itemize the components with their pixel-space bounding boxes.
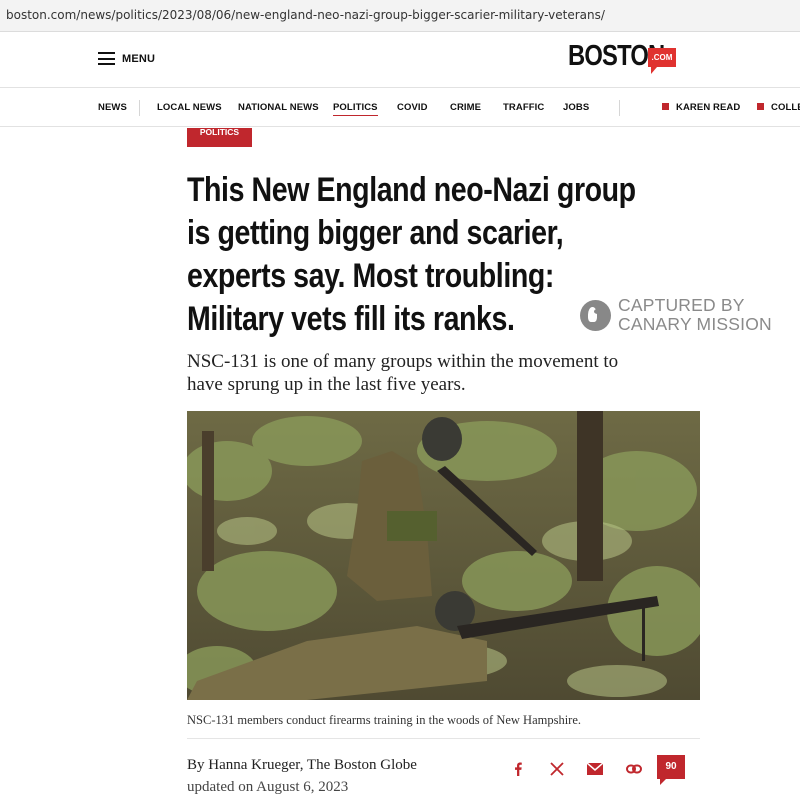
url-text: boston.com/news/politics/2023/08/06/new-…	[6, 8, 605, 22]
copy-link-button[interactable]	[626, 761, 642, 777]
address-bar[interactable]: boston.com/news/politics/2023/08/06/new-…	[0, 0, 800, 32]
boston-logo[interactable]: BOSTON .COM	[568, 40, 676, 74]
forest-training-photo	[187, 411, 700, 700]
site-header: MENU BOSTON .COM	[0, 33, 800, 88]
link-icon	[626, 764, 642, 774]
hamburger-icon	[98, 52, 115, 65]
nav-item-news[interactable]: NEWS	[98, 102, 127, 113]
watermark-text: CAPTURED BY CANARY MISSION	[618, 296, 772, 334]
email-icon	[587, 763, 603, 775]
article-dek: NSC-131 is one of many groups within the…	[187, 350, 687, 396]
nav-featured-karen-read[interactable]: KAREN READ	[662, 102, 740, 113]
dek-line: NSC-131 is one of many groups within the…	[187, 351, 619, 372]
caption-divider	[187, 738, 700, 739]
comments-count-button[interactable]: 90	[657, 755, 685, 785]
nav-divider	[139, 100, 140, 116]
watermark-line-1: CAPTURED BY	[618, 295, 745, 315]
nav-featured-college[interactable]: COLLEGE	[757, 102, 800, 113]
red-square-icon	[662, 103, 669, 110]
x-icon	[550, 762, 564, 776]
headline-line: This New England neo-Nazi group	[187, 171, 636, 209]
nav-featured-label: COLLEGE	[771, 102, 800, 113]
byline: By Hanna Krueger, The Boston Globe	[187, 757, 417, 773]
canary-mission-watermark: CAPTURED BY CANARY MISSION	[580, 296, 772, 334]
x-share-button[interactable]	[549, 761, 565, 777]
nav-item-national-news[interactable]: NATIONAL NEWS	[238, 102, 319, 113]
photo-caption: NSC-131 members conduct firearms trainin…	[187, 713, 582, 727]
nav-item-politics[interactable]: POLITICS	[333, 102, 378, 116]
facebook-share-button[interactable]	[510, 761, 526, 777]
menu-button[interactable]: MENU	[98, 52, 155, 65]
nav-item-crime[interactable]: CRIME	[450, 102, 481, 113]
menu-label: MENU	[122, 52, 156, 65]
nav-divider	[619, 100, 620, 116]
headline-line: experts say. Most troubling:	[187, 257, 554, 295]
nav-featured-label: KAREN READ	[676, 102, 741, 113]
email-share-button[interactable]	[587, 761, 603, 777]
main-nav: NEWS LOCAL NEWS NATIONAL NEWS POLITICS C…	[0, 89, 800, 127]
nav-item-jobs[interactable]: JOBS	[563, 102, 589, 113]
headline-line: Military vets fill its ranks.	[187, 300, 515, 338]
nav-item-covid[interactable]: COVID	[397, 102, 428, 113]
logo-com-badge: .COM	[648, 48, 676, 74]
logo-wordmark: BOSTON	[568, 40, 665, 72]
canary-bird-icon	[580, 299, 611, 331]
nav-item-local-news[interactable]: LOCAL NEWS	[157, 102, 222, 113]
headline-line: is getting bigger and scarier,	[187, 214, 564, 252]
facebook-icon	[515, 762, 522, 776]
updated-timestamp: updated on August 6, 2023	[187, 779, 349, 795]
nav-item-traffic[interactable]: TRAFFIC	[503, 102, 544, 113]
section-tag-politics[interactable]: POLITICS	[187, 128, 252, 147]
watermark-line-2: CANARY MISSION	[618, 314, 772, 334]
red-square-icon	[757, 103, 764, 110]
dek-line: have sprung up in the last five years.	[187, 374, 466, 395]
article-photo[interactable]	[187, 411, 700, 700]
